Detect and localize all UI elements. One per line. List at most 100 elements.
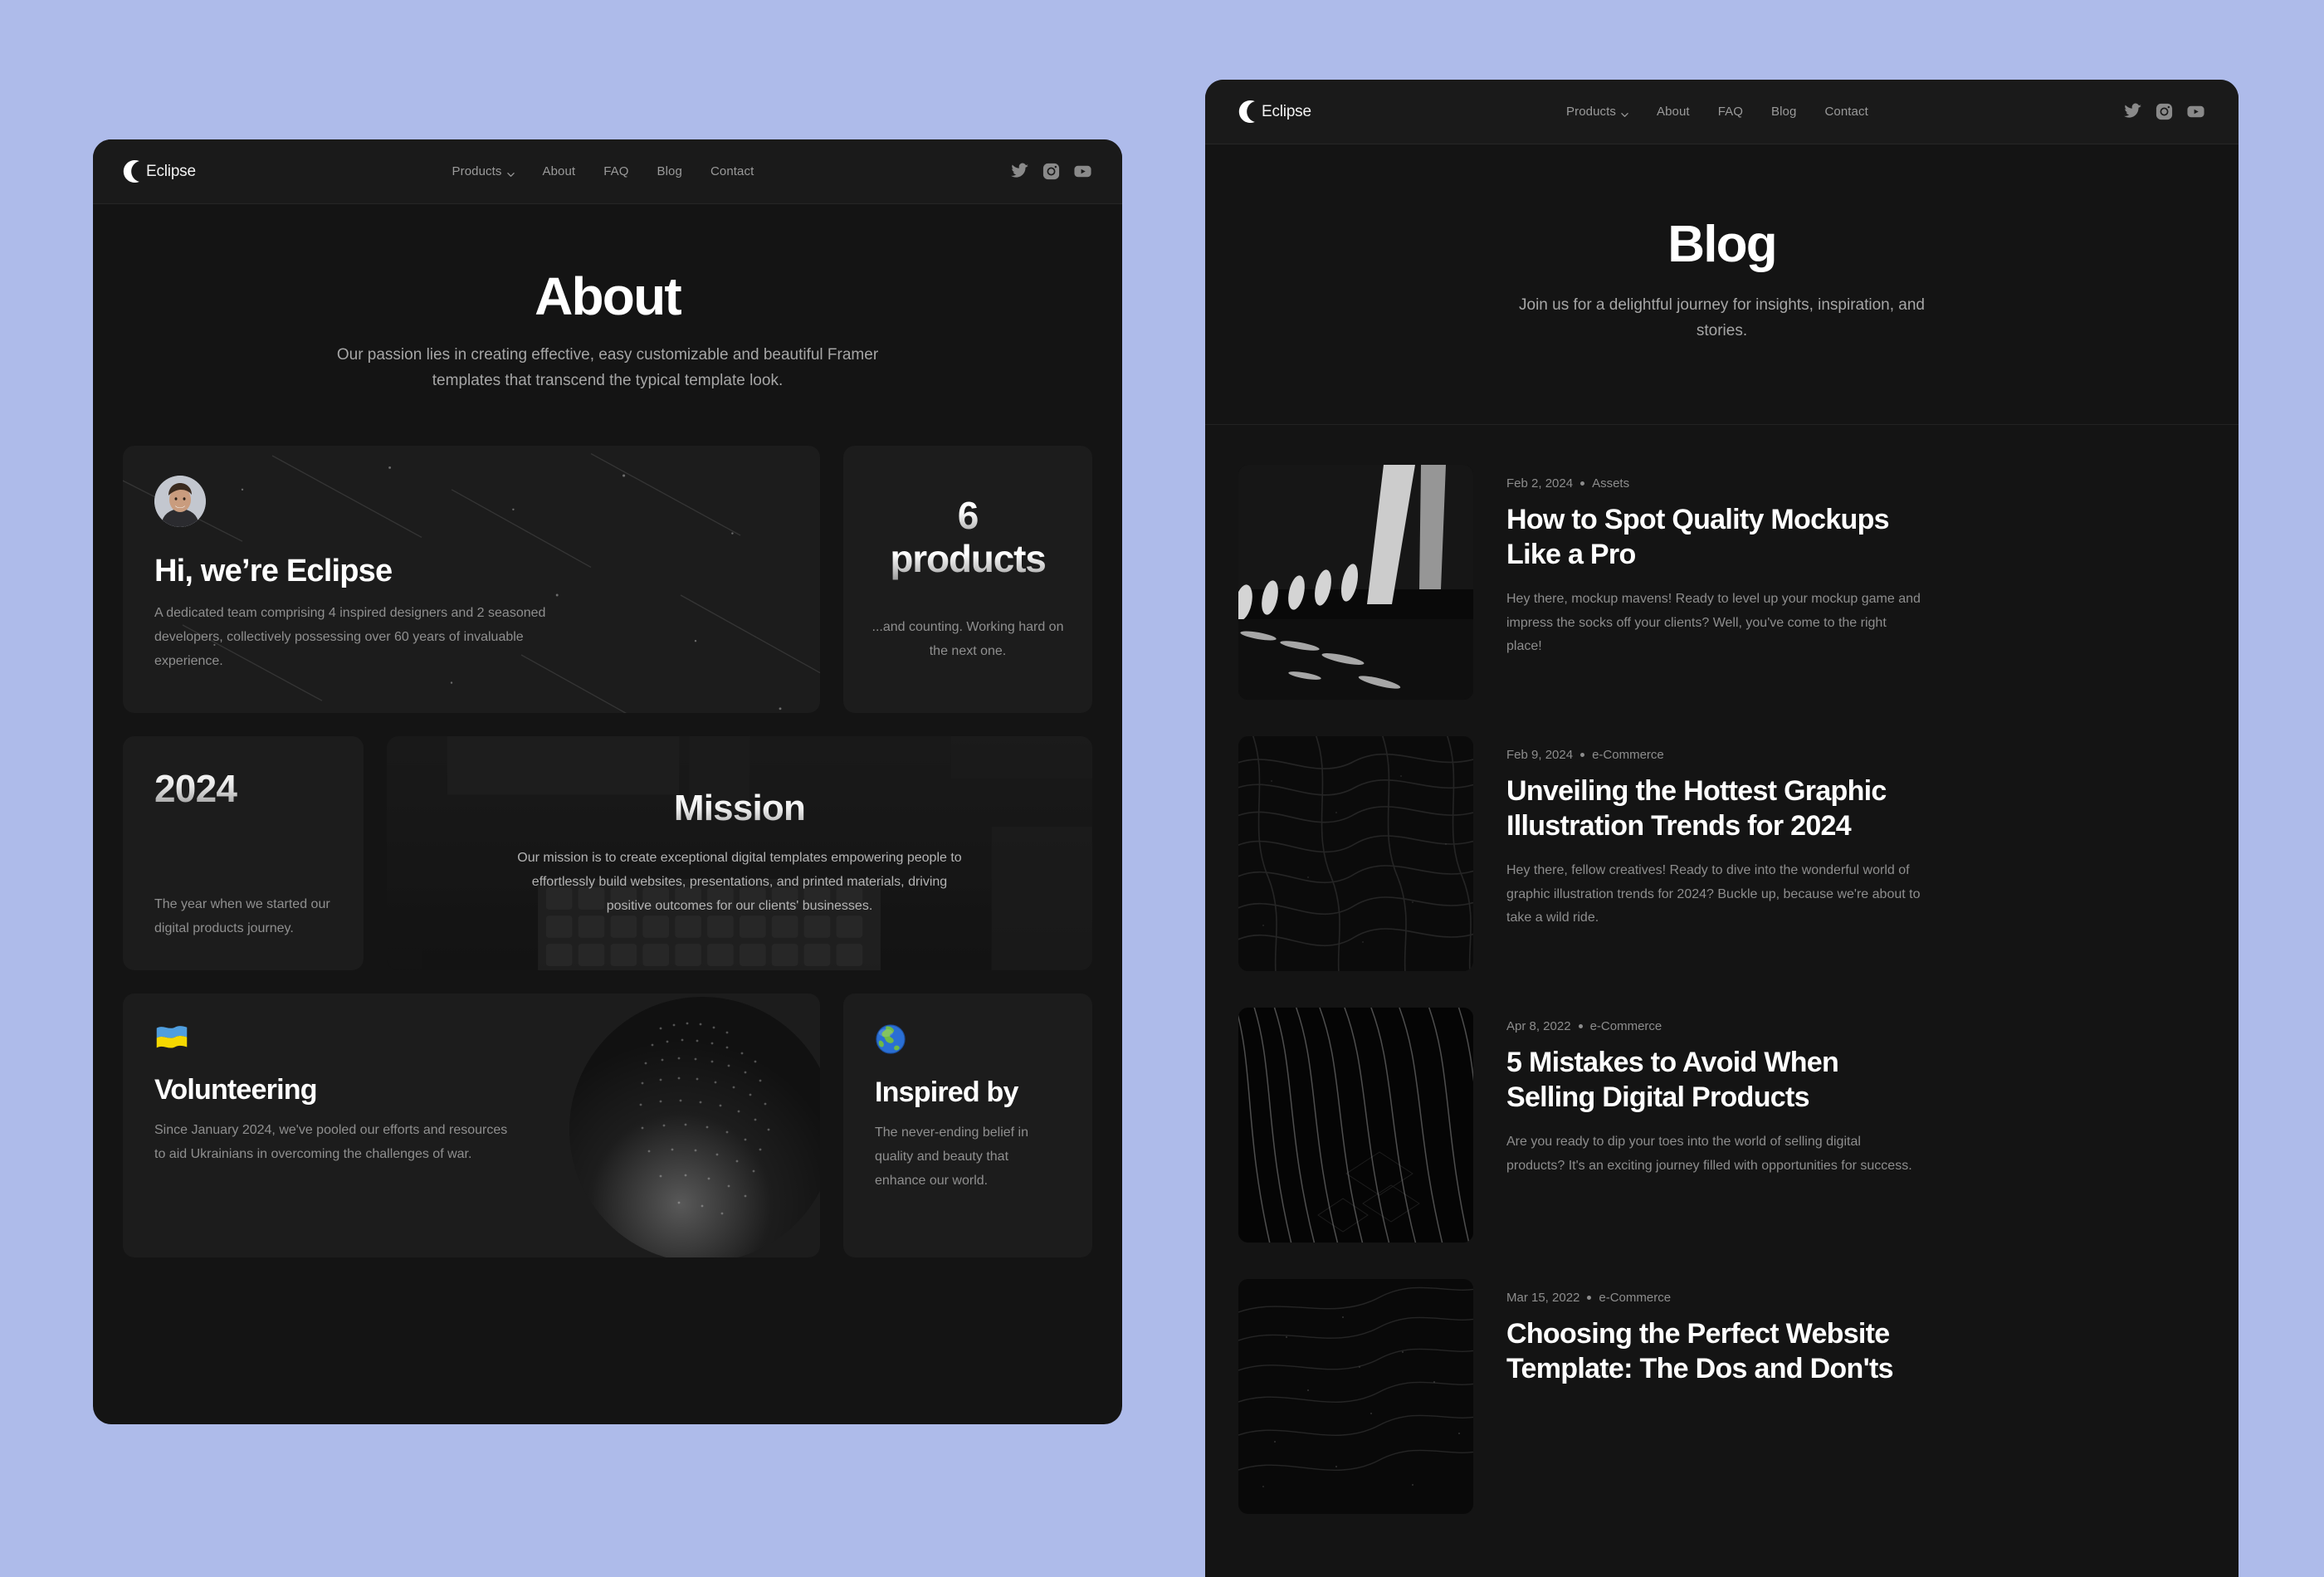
- about-cards-row-2: 2024 The year when we started our digita…: [123, 735, 1092, 970]
- chevron-down-icon: [506, 168, 515, 177]
- card-inspired-by[interactable]: Inspired by The never-ending belief in q…: [843, 993, 1092, 1257]
- card-volunteering[interactable]: Volunteering Since January 2024, we've p…: [123, 993, 820, 1257]
- eclipse-crescent-icon: [1238, 100, 1262, 124]
- blog-page-subtitle: Join us for a delightful journey for ins…: [1519, 296, 1925, 339]
- post-thumbnail: [1238, 1007, 1473, 1243]
- post-content: Feb 9, 2024 e-Commerce Unveiling the Hot…: [1506, 736, 1921, 930]
- nav-item-contact[interactable]: Contact: [710, 164, 754, 178]
- twitter-icon[interactable]: [2123, 102, 2142, 121]
- screenshot-stage: Eclipse Products About FAQ Blog Contact: [0, 0, 2324, 1577]
- blog-nav-links: Products About FAQ Blog Contact: [1566, 105, 1868, 119]
- nav-item-blog[interactable]: Blog: [657, 164, 682, 178]
- meta-separator-dot: [1587, 1295, 1592, 1300]
- blog-social-links: [2123, 102, 2205, 121]
- post-date: Mar 15, 2022: [1506, 1290, 1580, 1305]
- nav-item-faq[interactable]: FAQ: [603, 164, 628, 178]
- about-social-links: [1010, 162, 1092, 181]
- post-content: Feb 2, 2024 Assets How to Spot Quality M…: [1506, 465, 1921, 659]
- blog-post-item[interactable]: Feb 9, 2024 e-Commerce Unveiling the Hot…: [1238, 735, 2205, 971]
- products-count-unit: products: [890, 536, 1046, 580]
- ukraine-flag-emoji: [154, 1023, 788, 1052]
- about-cards-grid: Hi, we’re Eclipse A dedicated team compr…: [93, 445, 1122, 1287]
- post-excerpt: Hey there, fellow creatives! Ready to di…: [1506, 863, 1921, 925]
- meta-separator-dot: [1580, 752, 1585, 757]
- nav-item-faq[interactable]: FAQ: [1718, 105, 1743, 119]
- brand-name: Eclipse: [146, 162, 196, 180]
- post-title[interactable]: How to Spot Quality Mockups Like a Pro: [1506, 502, 1921, 574]
- brand-name-blog: Eclipse: [1262, 102, 1311, 120]
- brand-logo-blog[interactable]: Eclipse: [1238, 100, 1311, 124]
- blog-post-item[interactable]: Apr 8, 2022 e-Commerce 5 Mistakes to Avo…: [1238, 1007, 2205, 1243]
- meta-separator-dot: [1580, 481, 1585, 486]
- about-page-title: About: [535, 266, 682, 326]
- meta-separator-dot: [1578, 1023, 1583, 1028]
- card-mission[interactable]: Mission Our mission is to create excepti…: [387, 735, 1092, 970]
- post-category: e-Commerce: [1599, 1290, 1672, 1305]
- nav-item-contact[interactable]: Contact: [1824, 105, 1868, 119]
- post-date: Feb 2, 2024: [1506, 476, 1574, 491]
- twitter-icon[interactable]: [1010, 162, 1029, 181]
- card-team-body: A dedicated team comprising 4 inspired d…: [154, 605, 546, 668]
- about-navbar: Eclipse Products About FAQ Blog Contact: [93, 139, 1122, 204]
- blog-post-list: Feb 2, 2024 Assets How to Spot Quality M…: [1205, 425, 2239, 1514]
- card-team-title: Hi, we’re Eclipse: [154, 553, 393, 588]
- post-date: Feb 9, 2024: [1506, 747, 1574, 762]
- nav-item-blog[interactable]: Blog: [1771, 105, 1796, 119]
- youtube-icon[interactable]: [1073, 162, 1092, 181]
- chevron-down-icon: [1621, 108, 1628, 117]
- nav-item-products[interactable]: Products: [452, 164, 515, 178]
- post-meta: Apr 8, 2022 e-Commerce: [1506, 1019, 1921, 1033]
- post-title[interactable]: 5 Mistakes to Avoid When Selling Digital…: [1506, 1045, 1921, 1116]
- card-products-count[interactable]: 6 products ...and counting. Working hard…: [843, 445, 1092, 713]
- post-content: Apr 8, 2022 e-Commerce 5 Mistakes to Avo…: [1506, 1008, 1921, 1179]
- about-cards-row-3: Volunteering Since January 2024, we've p…: [123, 993, 1092, 1257]
- about-nav-links: Products About FAQ Blog Contact: [452, 164, 754, 178]
- blog-post-item[interactable]: Mar 15, 2022 e-Commerce Choosing the Per…: [1238, 1278, 2205, 1514]
- post-content: Mar 15, 2022 e-Commerce Choosing the Per…: [1506, 1279, 1921, 1403]
- team-avatar: [154, 475, 206, 527]
- blog-post-item[interactable]: Feb 2, 2024 Assets How to Spot Quality M…: [1238, 464, 2205, 700]
- brand-logo[interactable]: Eclipse: [123, 159, 196, 183]
- card-volunteering-body: Since January 2024, we've pooled our eff…: [154, 1122, 508, 1161]
- card-products-body: ...and counting. Working hard on the nex…: [872, 620, 1064, 659]
- earth-globe-emoji: [875, 1023, 1061, 1055]
- nav-item-about[interactable]: About: [1657, 105, 1690, 119]
- youtube-icon[interactable]: [2186, 102, 2205, 121]
- post-thumbnail: [1238, 1278, 1473, 1514]
- about-page-subtitle: Our passion lies in creating effective, …: [336, 346, 879, 389]
- post-date: Apr 8, 2022: [1506, 1018, 1571, 1033]
- blog-page-panel: Eclipse Products About FAQ Blog Contact: [1205, 80, 2239, 1577]
- post-title[interactable]: Unveiling the Hottest Graphic Illustrati…: [1506, 774, 1921, 845]
- post-category: Assets: [1592, 476, 1630, 491]
- about-hero: About Our passion lies in creating effec…: [93, 204, 1122, 446]
- blog-hero: Blog Join us for a delightful journey fo…: [1205, 144, 2239, 425]
- instagram-icon[interactable]: [2155, 102, 2174, 121]
- card-founding-year[interactable]: 2024 The year when we started our digita…: [123, 735, 364, 970]
- card-year-body: The year when we started our digital pro…: [154, 896, 330, 935]
- eclipse-crescent-icon: [123, 159, 147, 183]
- post-excerpt: Hey there, mockup mavens! Ready to level…: [1506, 592, 1921, 654]
- blog-navbar: Eclipse Products About FAQ Blog Contact: [1205, 80, 2239, 144]
- card-mission-body: Our mission is to create exceptional dig…: [517, 851, 962, 914]
- card-inspired-title: Inspired by: [875, 1076, 1018, 1108]
- products-count-value: 6: [957, 494, 979, 538]
- card-team[interactable]: Hi, we’re Eclipse A dedicated team compr…: [123, 445, 820, 713]
- post-thumbnail: [1238, 735, 1473, 971]
- about-cards-row-1: Hi, we’re Eclipse A dedicated team compr…: [123, 445, 1092, 713]
- card-volunteering-title: Volunteering: [154, 1073, 317, 1106]
- nav-item-products[interactable]: Products: [1566, 105, 1628, 119]
- post-category: e-Commerce: [1592, 747, 1664, 762]
- post-meta: Feb 2, 2024 Assets: [1506, 476, 1921, 491]
- post-excerpt: Are you ready to dip your toes into the …: [1506, 1135, 1912, 1173]
- nav-label-products: Products: [452, 164, 502, 178]
- blog-page-title: Blog: [1667, 216, 1777, 273]
- post-title[interactable]: Choosing the Perfect Website Template: T…: [1506, 1316, 1921, 1388]
- post-thumbnail: [1238, 464, 1473, 700]
- nav-item-about[interactable]: About: [543, 164, 576, 178]
- card-inspired-body: The never-ending belief in quality and b…: [875, 1125, 1029, 1188]
- founding-year-value: 2024: [154, 766, 332, 811]
- post-meta: Feb 9, 2024 e-Commerce: [1506, 748, 1921, 762]
- nav-label-products: Products: [1566, 105, 1616, 119]
- card-mission-title: Mission: [673, 788, 806, 829]
- instagram-icon[interactable]: [1042, 162, 1061, 181]
